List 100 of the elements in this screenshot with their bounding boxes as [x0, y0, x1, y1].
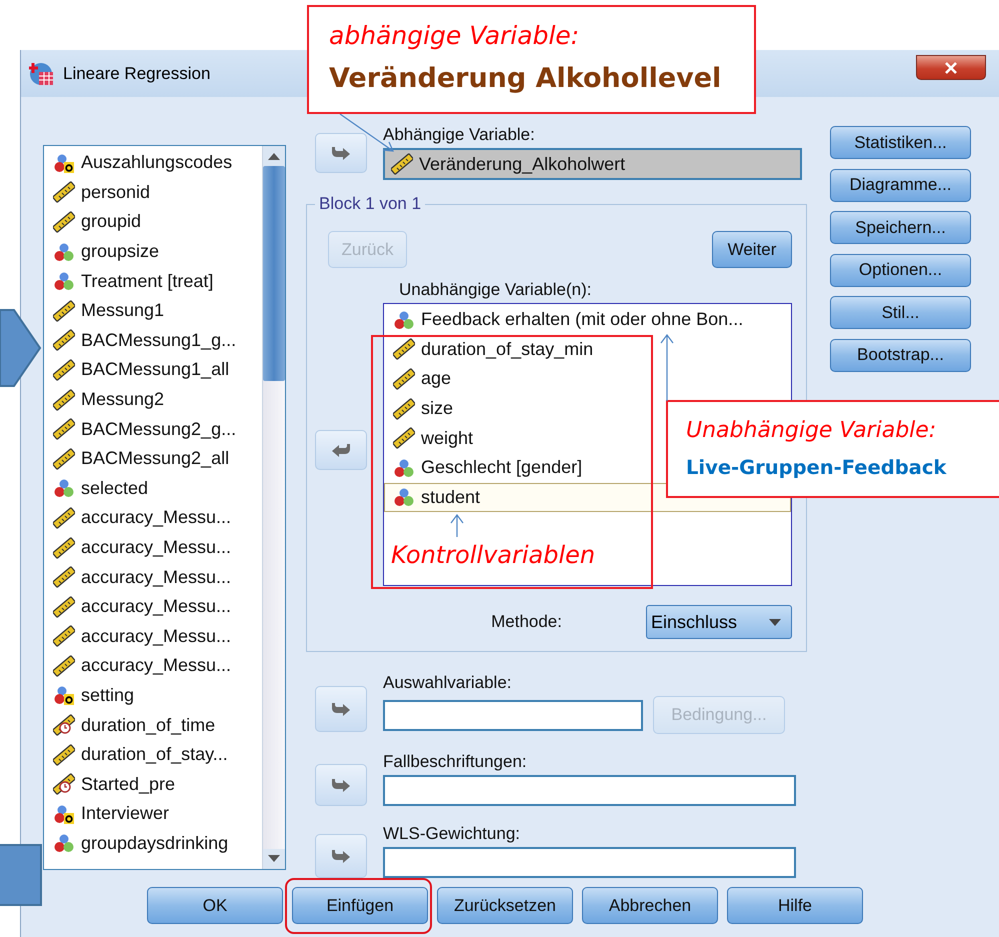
block-shape [0, 844, 43, 906]
variable-item[interactable]: Feedback erhalten (mit oder ohne Bon... [384, 305, 791, 335]
variable-item[interactable]: setting [44, 680, 262, 710]
variable-item[interactable]: accuracy_Messu... [44, 592, 262, 622]
variable-item[interactable]: accuracy_Messu... [44, 532, 262, 562]
variable-name: duration_of_time [81, 714, 216, 736]
close-button[interactable] [916, 55, 986, 80]
variable-name: selected [81, 478, 148, 499]
variable-item[interactable]: groupsize [44, 236, 262, 266]
variable-name: Messung1 [81, 300, 164, 322]
variable-name: duration_of_stay... [81, 744, 228, 766]
circles-icon [53, 152, 75, 174]
circles-icon [53, 270, 75, 292]
variable-item[interactable]: groupid [44, 207, 262, 237]
variable-name: student [421, 486, 480, 508]
variable-item[interactable]: duration_of_time [44, 710, 262, 740]
annotation-caption: Unabhängige Variable: [686, 418, 936, 443]
variable-item[interactable]: accuracy_Messu... [44, 651, 262, 681]
field-label: Fallbeschriftungen: [383, 752, 528, 772]
option-button[interactable]: Stil... [830, 296, 971, 329]
option-button[interactable]: Diagramme... [830, 168, 971, 202]
dialog-button[interactable]: Einfügen [292, 887, 428, 924]
circles-icon [53, 832, 75, 854]
circles-icon [393, 486, 415, 508]
variable-item[interactable]: BACMessung1_g... [44, 326, 262, 356]
variable-name: accuracy_Messu... [81, 626, 232, 647]
variable-name: Treatment [treat] [81, 270, 214, 292]
variable-item[interactable]: accuracy_Messu... [44, 503, 262, 533]
variable-item[interactable]: personid [44, 178, 262, 208]
variable-item[interactable]: age [384, 364, 791, 394]
circles-icon [53, 802, 75, 825]
variable-name: BACMessung1_all [81, 359, 230, 380]
variable-name: groupsize [81, 241, 160, 262]
variable-item[interactable]: groupdaysdrinking [44, 828, 262, 858]
option-button[interactable]: Bootstrap... [830, 338, 971, 372]
leader-line [660, 333, 674, 401]
circles-icon [53, 240, 75, 263]
scroll-up-icon[interactable] [268, 152, 280, 160]
window-title: Lineare Regression [63, 64, 210, 84]
variable-item[interactable]: Treatment [treat] [44, 266, 262, 296]
variable-item[interactable]: selected [44, 474, 262, 504]
variable-item[interactable]: Messung1 [44, 296, 262, 326]
dialog-button[interactable]: Zurücksetzen [437, 887, 573, 924]
field-label: Unabhängige Variable(n): [399, 280, 592, 300]
move-button[interactable] [315, 133, 367, 173]
variable-name: duration_of_stay_min [421, 338, 594, 360]
method-dropdown[interactable]: Einschluss [646, 605, 792, 639]
variable-name: setting [81, 684, 134, 706]
variable-name: personid [81, 182, 150, 203]
variable-name: BACMessung2_all [81, 448, 230, 470]
method-label: Methode: [491, 612, 562, 632]
dialog-button[interactable]: Hilfe [727, 887, 863, 924]
move-button[interactable] [315, 686, 367, 732]
variable-name: Feedback erhalten (mit oder ohne Bon... [421, 309, 744, 330]
arrow-right-icon [330, 848, 352, 864]
variable-item[interactable]: duration_of_stay_min [384, 334, 791, 364]
variable-item[interactable]: duration_of_stay... [44, 740, 262, 770]
wls-weight-field[interactable] [383, 847, 796, 878]
option-button[interactable]: Optionen... [830, 254, 971, 286]
case-labels-field[interactable] [383, 775, 796, 806]
circles-icon [53, 684, 75, 706]
option-button[interactable]: Speichern... [830, 211, 971, 244]
dialog-button[interactable]: OK [147, 887, 283, 924]
variable-item[interactable]: Messung2 [44, 384, 262, 414]
move-button[interactable] [315, 834, 367, 878]
move-button[interactable] [315, 430, 367, 470]
variable-item[interactable]: accuracy_Messu... [44, 622, 262, 652]
annotation-caption: abhängige Variable: [329, 21, 580, 50]
variable-name: accuracy_Messu... [81, 655, 232, 676]
field-label: Abhängige Variable: [383, 125, 536, 145]
leader-line [450, 513, 464, 537]
circles-icon [53, 477, 75, 500]
variable-item[interactable]: Auszahlungscodes [44, 148, 262, 178]
close-icon [944, 62, 958, 74]
variable-name: Veränderung_Alkoholwert [419, 154, 626, 174]
selection-field[interactable] [383, 700, 643, 730]
annotation-caption: Kontrollvariablen [391, 541, 596, 569]
move-button[interactable] [315, 764, 367, 806]
variable-name: Interviewer [81, 803, 170, 824]
variable-item[interactable]: BACMessung1_all [44, 355, 262, 385]
variable-item[interactable]: accuracy_Messu... [44, 562, 262, 592]
variable-name: Started_pre [81, 774, 176, 795]
arrow-left-icon [330, 442, 352, 458]
variable-name: Messung2 [81, 389, 164, 410]
variable-item[interactable]: Interviewer [44, 799, 262, 829]
variable-item[interactable]: BACMessung2_all [44, 444, 262, 474]
scroll-down-icon[interactable] [268, 855, 280, 863]
dependent-field[interactable]: Veränderung_Alkoholwert [383, 148, 802, 180]
variable-name: accuracy_Messu... [81, 596, 232, 618]
next-button[interactable]: Weiter [712, 231, 792, 268]
variable-name: accuracy_Messu... [81, 537, 232, 558]
variable-item[interactable]: Started_pre [44, 769, 262, 800]
option-button[interactable]: Statistiken... [830, 126, 971, 159]
variable-item[interactable]: BACMessung2_g... [44, 414, 262, 444]
variable-name: groupid [81, 211, 142, 232]
dialog-button[interactable]: Abbrechen [582, 887, 718, 924]
variable-name: age [421, 368, 452, 390]
field-label: WLS-Gewichtung: [383, 824, 521, 844]
arrow-right-icon [330, 701, 352, 717]
scrollbar[interactable] [262, 146, 285, 869]
